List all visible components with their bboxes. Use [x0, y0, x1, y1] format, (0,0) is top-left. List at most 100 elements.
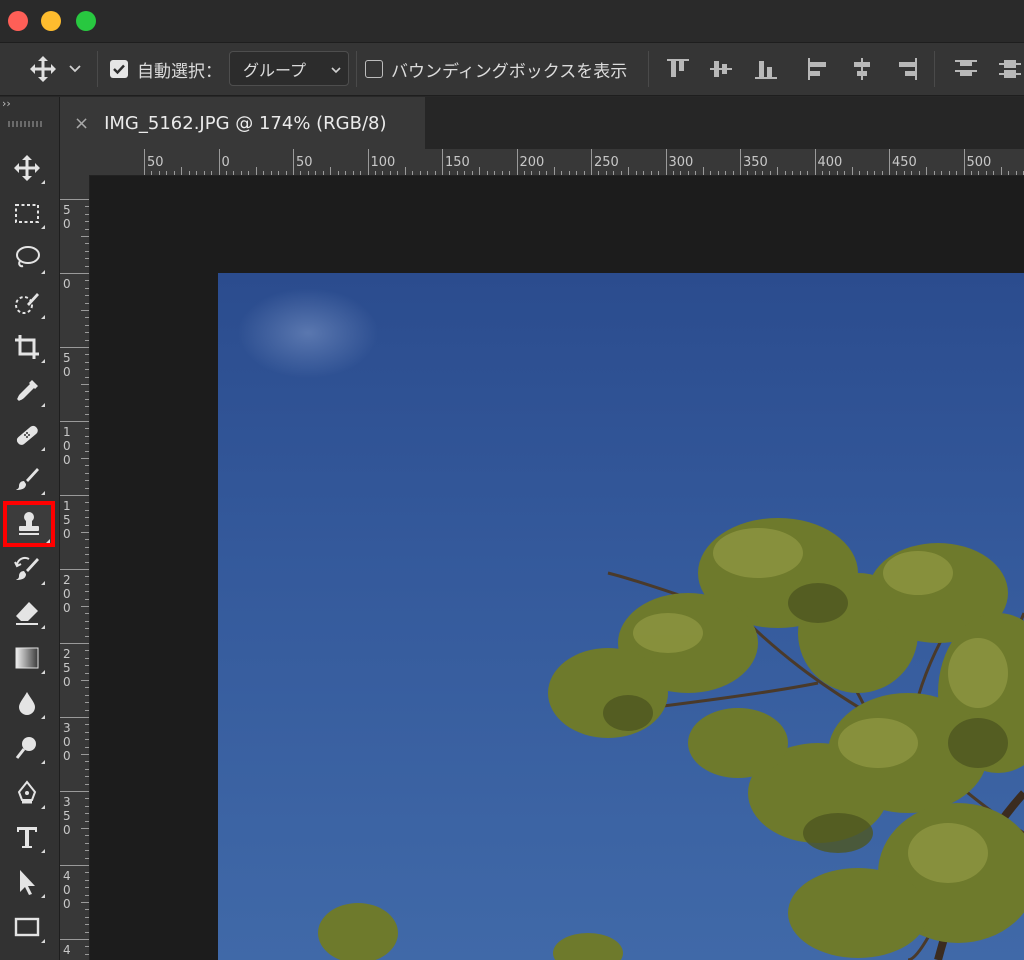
close-tab-icon[interactable]: ×	[74, 113, 89, 134]
ruler-minor-tick	[85, 250, 89, 252]
type-tool[interactable]	[4, 817, 50, 857]
align-left-edges-icon[interactable]	[805, 56, 831, 82]
horizontal-ruler[interactable]: 50 0 50 100 150 200 250 300 350 400 450 500	[89, 149, 1024, 176]
align-bottom-edges-icon[interactable]	[753, 56, 779, 82]
align-vertical-centers-icon[interactable]	[708, 56, 734, 82]
ruler-minor-tick	[85, 687, 89, 689]
vertical-ruler[interactable]: 50 0 50 100 150 200 250 300 350 400 4	[60, 175, 90, 960]
ruler-label: 200	[63, 573, 71, 615]
ruler-minor-tick	[85, 702, 89, 704]
ruler-minor-tick	[85, 295, 89, 297]
ruler-minor-tick	[85, 931, 89, 933]
panel-grip[interactable]	[8, 121, 42, 127]
ruler-minor-tick	[81, 458, 89, 459]
move-icon	[30, 56, 56, 82]
ruler-minor-tick	[85, 576, 89, 578]
align-top-edges-icon[interactable]	[665, 56, 691, 82]
ruler-minor-tick	[85, 435, 89, 437]
ruler-minor-tick	[85, 709, 89, 711]
ruler-label: 50	[296, 155, 313, 170]
separator	[356, 51, 357, 87]
ruler-minor-tick	[233, 171, 235, 175]
eraser-tool[interactable]	[4, 593, 50, 633]
ruler-minor-tick	[911, 171, 913, 175]
blur-tool[interactable]	[4, 683, 50, 723]
move-icon	[14, 155, 40, 181]
auto-select-target-dropdown[interactable]: グループ	[229, 51, 349, 86]
distribute-top-edges-icon[interactable]	[953, 56, 979, 82]
ruler-minor-tick	[85, 842, 89, 844]
ruler-minor-tick	[85, 953, 89, 955]
clone-stamp-tool[interactable]	[3, 501, 55, 547]
tool-preset-picker[interactable]	[28, 43, 82, 95]
ruler-minor-tick	[85, 524, 89, 526]
ruler-minor-tick	[680, 171, 682, 175]
ruler-label: 350	[743, 155, 768, 170]
rectangle-icon	[14, 917, 40, 937]
brush-tool[interactable]	[4, 459, 50, 499]
ruler-label: 300	[63, 721, 71, 763]
ruler-minor-tick	[85, 339, 89, 341]
dodge-tool[interactable]	[4, 728, 50, 768]
ruler-minor-tick	[85, 221, 89, 223]
ruler-minor-tick	[881, 171, 883, 175]
ruler-minor-tick	[203, 171, 205, 175]
ruler-minor-tick	[598, 171, 600, 175]
panel-collapse-toggle[interactable]: ››	[2, 97, 11, 110]
show-bounding-box-checkbox[interactable]	[365, 60, 383, 78]
move-tool[interactable]	[4, 148, 50, 188]
ruler-minor-tick	[85, 502, 89, 504]
path-selection-tool[interactable]	[4, 862, 50, 902]
ruler-minor-tick	[494, 171, 496, 175]
ruler-minor-tick	[85, 480, 89, 482]
separator	[934, 51, 935, 87]
healing-brush-tool[interactable]	[4, 415, 50, 455]
document-image[interactable]	[218, 273, 1024, 960]
ruler-minor-tick	[225, 171, 227, 175]
ruler-minor-tick	[658, 171, 660, 175]
rectangle-tool[interactable]	[4, 907, 50, 947]
ruler-minor-tick	[85, 879, 89, 881]
zoom-window-button[interactable]	[76, 11, 96, 31]
crop-tool[interactable]	[4, 327, 50, 367]
ruler-minor-tick	[419, 171, 421, 175]
quick-selection-tool[interactable]	[4, 283, 50, 323]
ruler-minor-tick	[85, 369, 89, 371]
pen-tool[interactable]	[4, 773, 50, 813]
ruler-minor-tick	[166, 171, 168, 175]
ruler-minor-tick	[85, 213, 89, 215]
document-tab[interactable]: × IMG_5162.JPG @ 174% (RGB/8)	[60, 97, 425, 149]
ruler-minor-tick	[85, 324, 89, 326]
ruler-minor-tick	[85, 287, 89, 289]
ruler-label: 400	[817, 155, 843, 170]
ruler-major-tick	[740, 149, 741, 175]
history-brush-tool[interactable]	[4, 549, 50, 589]
auto-select-option[interactable]: 自動選択：	[110, 43, 222, 95]
eyedropper-tool[interactable]	[4, 371, 50, 411]
bandage-icon	[16, 425, 38, 445]
ruler-minor-tick	[85, 857, 89, 859]
lasso-tool[interactable]	[4, 238, 50, 278]
stamp-icon	[19, 512, 39, 535]
minimize-window-button[interactable]	[41, 11, 61, 31]
align-right-edges-icon[interactable]	[894, 56, 920, 82]
ruler-minor-tick	[85, 376, 89, 378]
ruler-major-tick	[293, 149, 294, 175]
auto-select-checkbox[interactable]	[110, 60, 128, 78]
ruler-minor-tick	[1000, 167, 1002, 175]
ruler-minor-tick	[85, 776, 89, 778]
distribute-vertical-centers-icon[interactable]	[997, 56, 1023, 82]
ruler-minor-tick	[553, 167, 555, 175]
auto-select-label: 自動選択：	[137, 61, 222, 82]
marquee-tool[interactable]	[4, 193, 50, 233]
close-window-button[interactable]	[8, 11, 28, 31]
document-tab-title: IMG_5162.JPG @ 174% (RGB/8)	[104, 112, 387, 134]
ruler-minor-tick	[315, 171, 317, 175]
align-horizontal-centers-icon[interactable]	[849, 56, 875, 82]
ruler-minor-tick	[792, 171, 794, 175]
ruler-minor-tick	[509, 171, 511, 175]
ruler-origin-corner[interactable]	[60, 149, 89, 175]
show-bounding-box-option[interactable]: バウンディングボックスを表示	[365, 43, 627, 95]
ruler-minor-tick	[85, 583, 89, 585]
gradient-tool[interactable]	[4, 638, 50, 678]
